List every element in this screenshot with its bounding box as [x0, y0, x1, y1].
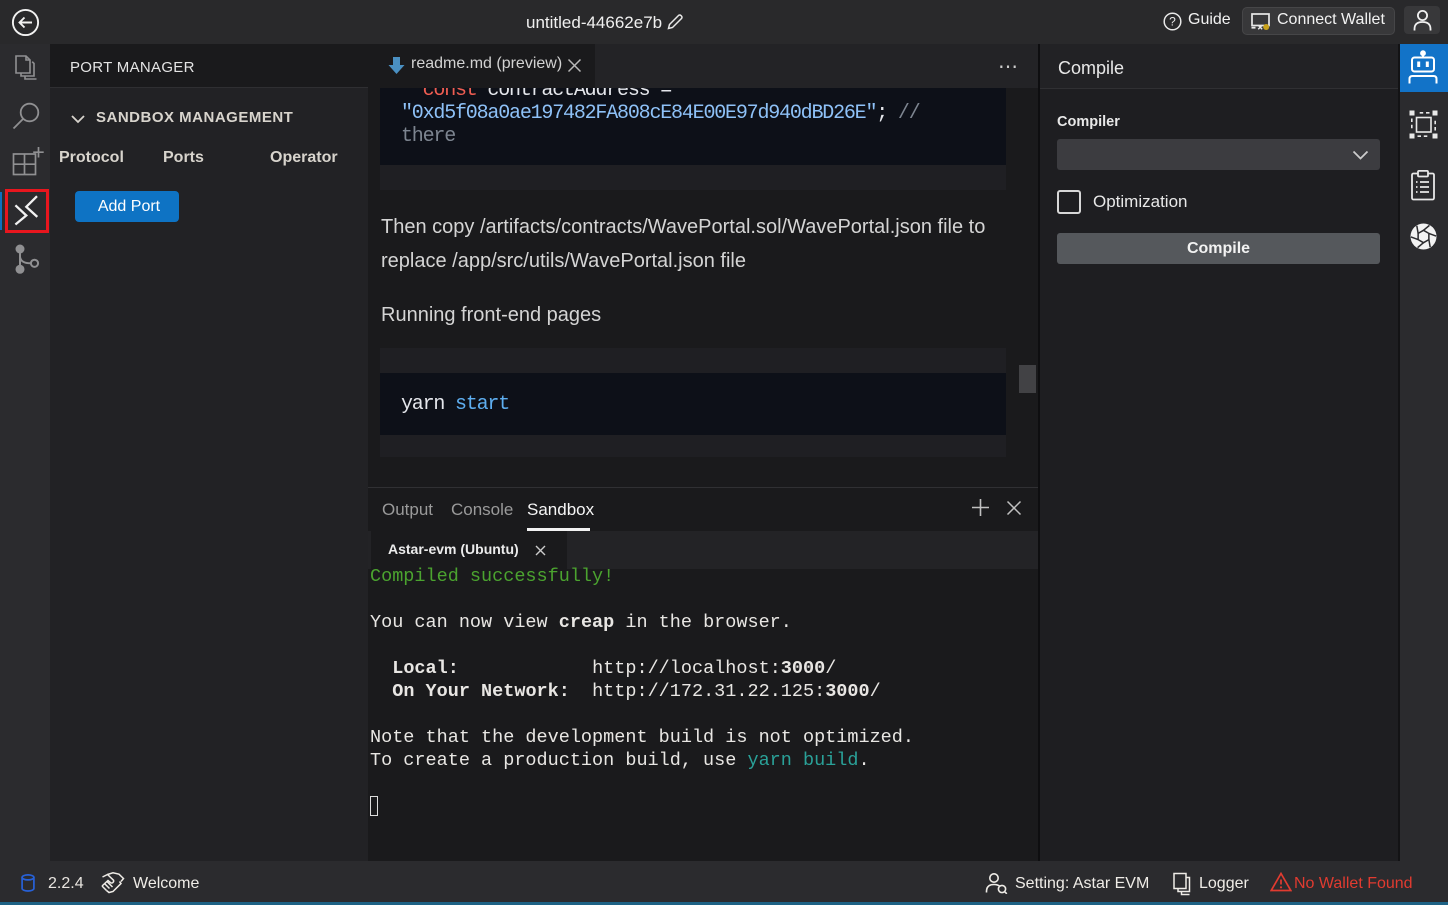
svg-text:?: ? [1169, 15, 1176, 29]
